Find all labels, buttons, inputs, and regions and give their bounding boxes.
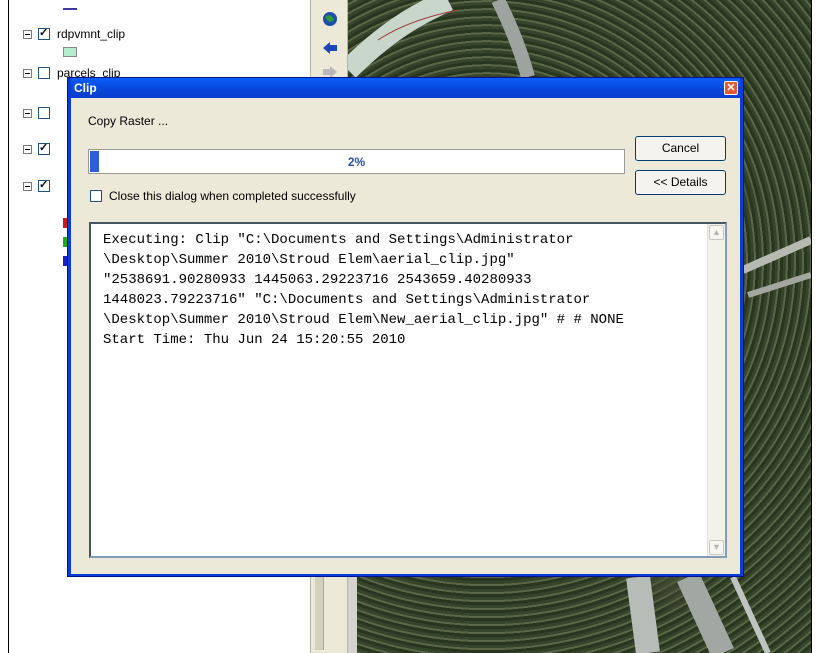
log-text: Executing: Clip "C:\Documents and Settin… (103, 232, 624, 348)
close-when-done-checkbox[interactable] (90, 190, 102, 202)
layer-row-rdpvmnt[interactable]: rdpvmnt_clip (23, 25, 125, 43)
layer-name[interactable]: rdpvmnt_clip (57, 27, 125, 41)
layer-visibility-checkbox[interactable] (38, 67, 50, 79)
details-button[interactable]: << Details (635, 170, 726, 195)
globe-icon[interactable] (322, 11, 338, 27)
collapse-icon[interactable] (23, 181, 32, 191)
status-text: Copy Raster ... (88, 114, 169, 128)
layer-row[interactable] (23, 177, 57, 195)
layer-visibility-checkbox[interactable] (38, 180, 50, 192)
collapse-icon[interactable] (23, 68, 32, 78)
collapse-icon[interactable] (23, 108, 32, 118)
back-arrow-icon[interactable] (322, 40, 338, 56)
log-scrollbar[interactable]: ▲ ▼ (707, 224, 725, 556)
layer-row[interactable] (23, 104, 57, 122)
legend-line-swatch (63, 8, 77, 10)
layer-visibility-checkbox[interactable] (38, 107, 50, 119)
dialog-body: Copy Raster ... Cancel 2% << Details Clo… (71, 98, 740, 574)
progress-bar: 2% (88, 149, 625, 174)
dialog-titlebar[interactable]: Clip ✕ (71, 78, 740, 98)
collapse-icon[interactable] (23, 29, 32, 39)
clip-dialog: Clip ✕ Copy Raster ... Cancel 2% << Deta… (67, 77, 744, 577)
progress-percent: 2% (347, 155, 366, 169)
scroll-down-icon[interactable]: ▼ (709, 540, 724, 555)
layer-row[interactable] (23, 140, 57, 158)
legend-swatch (63, 47, 77, 57)
collapse-icon[interactable] (23, 144, 32, 154)
layer-visibility-checkbox[interactable] (38, 143, 50, 155)
dialog-title: Clip (74, 81, 97, 95)
close-when-done-option[interactable]: Close this dialog when completed success… (90, 189, 356, 203)
close-when-done-label[interactable]: Close this dialog when completed success… (109, 189, 356, 203)
close-icon[interactable]: ✕ (724, 81, 738, 95)
message-log[interactable]: Executing: Clip "C:\Documents and Settin… (89, 222, 727, 558)
cancel-button[interactable]: Cancel (635, 136, 726, 161)
scroll-up-icon[interactable]: ▲ (709, 225, 724, 240)
layer-visibility-checkbox[interactable] (38, 28, 50, 40)
